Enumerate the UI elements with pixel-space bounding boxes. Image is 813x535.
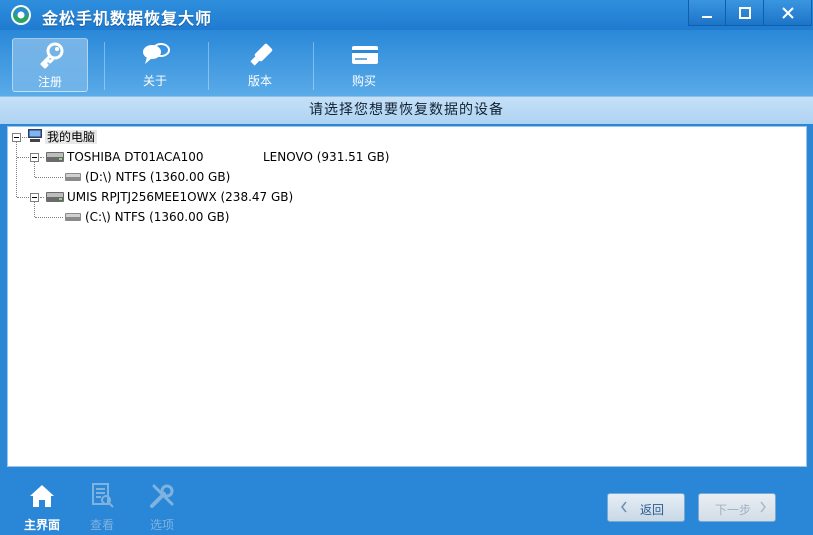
home-button[interactable]: 主界面: [20, 482, 64, 532]
buy-label: 购买: [351, 74, 376, 88]
partition-icon: [65, 173, 81, 181]
app-logo-icon: [11, 5, 31, 25]
tree-line: [40, 157, 44, 158]
toolbar: 注册 关于 版本 购买: [0, 30, 813, 96]
tree-line: [16, 142, 17, 197]
back-label: 返回: [640, 503, 665, 517]
app-title: 金松手机数据恢复大师: [42, 9, 213, 28]
about-button[interactable]: 关于: [117, 38, 193, 92]
root-collapse-toggle[interactable]: [12, 133, 21, 142]
chevron-left-icon: [621, 501, 627, 513]
home-icon: [30, 485, 54, 507]
usb-stick-icon: [250, 43, 273, 66]
credit-card-icon: [352, 46, 378, 64]
close-icon: [781, 6, 794, 19]
hard-drive-icon: [46, 192, 64, 202]
tree-root-node[interactable]: 我的电脑: [45, 128, 98, 146]
disk-vendor: LENOVO (931.51 GB): [263, 148, 389, 166]
partition-label: (D:\) NTFS (1360.00 GB): [85, 170, 231, 184]
disk-collapse-toggle[interactable]: [30, 153, 39, 162]
disk-node[interactable]: UMIS RPJTJ256MEE1OWX (238.47 GB): [67, 188, 293, 206]
register-button[interactable]: 注册: [12, 38, 88, 92]
view-label: 查看: [89, 518, 114, 532]
hard-drive-icon: [46, 152, 64, 162]
tree-line: [17, 157, 29, 158]
tree-line: [34, 162, 35, 177]
tree-line: [40, 197, 44, 198]
device-tree[interactable]: 我的电脑 TOSHIBA DT01ACA100 LENOVO (931.51 G…: [7, 126, 807, 467]
title-bar: 金松手机数据恢复大师: [0, 0, 813, 30]
chat-bubble-icon: [143, 43, 170, 64]
back-button[interactable]: 返回: [607, 493, 685, 522]
tree-line: [34, 202, 35, 217]
next-button[interactable]: 下一步: [698, 493, 776, 522]
version-label: 版本: [247, 74, 272, 88]
disk-model: TOSHIBA DT01ACA100: [67, 150, 204, 164]
key-icon: [40, 42, 64, 69]
options-label: 选项: [149, 518, 174, 532]
toolbar-divider: [208, 42, 209, 90]
options-button[interactable]: 选项: [140, 482, 184, 532]
maximize-icon: [738, 6, 751, 19]
view-button[interactable]: 查看: [80, 482, 124, 532]
section-header: 请选择您想要恢复数据的设备: [0, 96, 813, 124]
register-label: 注册: [37, 75, 62, 89]
tree-line: [35, 177, 63, 178]
close-button[interactable]: [764, 0, 812, 26]
partition-node[interactable]: (C:\) NTFS (1360.00 GB): [85, 208, 229, 226]
bottom-bar: 主界面 查看 选项: [0, 468, 813, 535]
partition-node[interactable]: (D:\) NTFS (1360.00 GB): [85, 168, 230, 186]
tree-root-label: 我的电脑: [45, 130, 98, 144]
document-search-icon: [92, 483, 114, 508]
minimize-icon: [702, 15, 712, 18]
section-title: 请选择您想要恢复数据的设备: [309, 102, 504, 118]
tools-icon: [150, 484, 174, 508]
disk-node[interactable]: TOSHIBA DT01ACA100: [67, 148, 204, 166]
buy-button[interactable]: 购买: [326, 38, 402, 92]
toolbar-divider: [313, 42, 314, 90]
maximize-button[interactable]: [726, 0, 764, 26]
chevron-right-icon: [760, 501, 766, 513]
minimize-button[interactable]: [688, 0, 726, 26]
about-label: 关于: [142, 74, 167, 88]
toolbar-divider: [104, 42, 105, 90]
disk-model: UMIS RPJTJ256MEE1OWX (238.47 GB): [67, 190, 294, 204]
computer-icon: [28, 129, 42, 142]
disk-vendor-label: LENOVO (931.51 GB): [263, 150, 390, 164]
partition-label: (C:\) NTFS (1360.00 GB): [85, 210, 230, 224]
tree-line: [17, 197, 29, 198]
version-button[interactable]: 版本: [222, 38, 298, 92]
tree-line: [35, 217, 63, 218]
next-label: 下一步: [715, 503, 752, 517]
disk-collapse-toggle[interactable]: [30, 193, 39, 202]
partition-icon: [65, 213, 81, 221]
home-label: 主界面: [23, 518, 60, 532]
